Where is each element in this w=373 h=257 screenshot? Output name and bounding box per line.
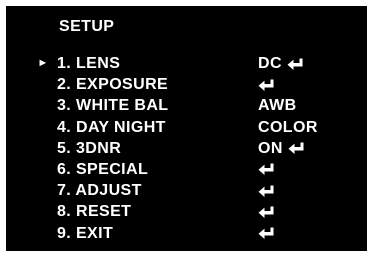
menu-item-label: 8. RESET <box>57 203 132 221</box>
menu-item-value[interactable]: DC <box>258 53 303 74</box>
enter-return-arrow-icon[interactable] <box>287 58 303 70</box>
menu-item-value[interactable] <box>258 74 274 95</box>
menu-item-adjust[interactable]: 7. ADJUST <box>6 180 367 201</box>
enter-return-arrow-icon[interactable] <box>258 206 274 218</box>
menu-item-3dnr[interactable]: 5. 3DNR ON <box>6 138 367 159</box>
menu-item-special[interactable]: 6. SPECIAL <box>6 159 367 180</box>
menu-item-exit[interactable]: 9. EXIT <box>6 223 367 244</box>
enter-return-arrow-icon[interactable] <box>258 79 274 91</box>
menu-item-exposure[interactable]: 2. EXPOSURE <box>6 74 367 95</box>
value-text: DC <box>258 55 282 72</box>
menu-item-lens[interactable]: ► 1. LENS DC <box>6 53 367 74</box>
enter-return-arrow-icon[interactable] <box>258 185 274 197</box>
menu-item-label: 6. SPECIAL <box>57 160 149 178</box>
menu-item-value[interactable] <box>258 201 274 222</box>
enter-return-arrow-icon[interactable] <box>288 142 304 155</box>
menu-item-white-bal[interactable]: 3. WHITE BAL AWB <box>6 95 367 116</box>
value-text: ON <box>258 139 283 157</box>
osd-setup-screen: SETUP ► 1. LENS DC 2. EXPOSURE 3. WHITE … <box>6 6 367 251</box>
menu-item-label: 2. EXPOSURE <box>57 76 169 94</box>
menu-item-label: 4. DAY NIGHT <box>57 118 166 136</box>
menu-item-value[interactable]: ON <box>258 138 304 159</box>
menu-item-label: 7. ADJUST <box>57 182 142 200</box>
menu-item-label: 9. EXIT <box>57 224 114 242</box>
enter-return-arrow-icon[interactable] <box>258 227 274 239</box>
value-text: AWB <box>258 97 297 115</box>
right-pointer-icon: ► <box>37 57 49 69</box>
menu-item-day-night[interactable]: 4. DAY NIGHT COLOR <box>6 117 367 138</box>
menu-item-value[interactable] <box>258 223 274 244</box>
menu-item-reset[interactable]: 8. RESET <box>6 201 367 222</box>
value-text: COLOR <box>258 118 318 136</box>
menu-item-value[interactable] <box>258 159 274 180</box>
menu-item-label: 3. WHITE BAL <box>57 97 169 115</box>
menu-item-value[interactable]: AWB <box>258 95 302 116</box>
enter-return-arrow-icon[interactable] <box>258 163 274 176</box>
menu-item-value[interactable] <box>258 180 274 201</box>
menu-item-label: 5. 3DNR <box>57 139 122 157</box>
menu-item-value[interactable]: COLOR <box>258 117 323 138</box>
menu-title: SETUP <box>59 18 115 35</box>
setup-menu: ► 1. LENS DC 2. EXPOSURE 3. WHITE BAL AW… <box>6 53 367 244</box>
menu-item-label: 1. LENS <box>57 55 121 72</box>
